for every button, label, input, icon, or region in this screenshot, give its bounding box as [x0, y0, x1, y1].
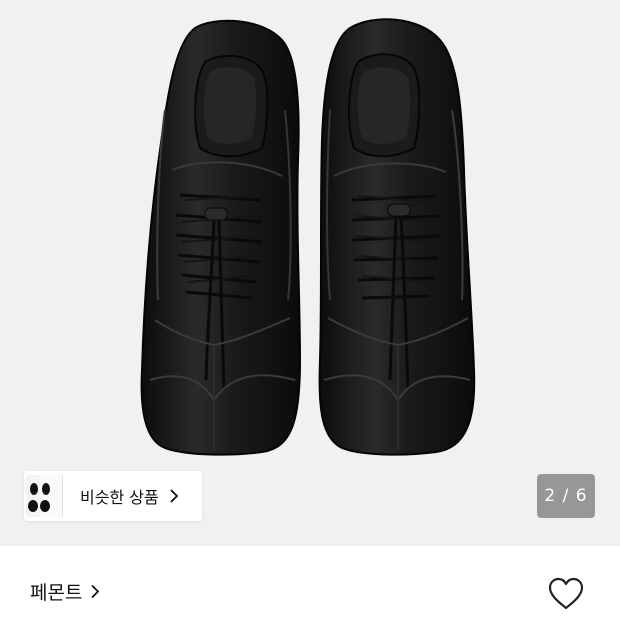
similar-products-label: 비슷한 상품 [80, 488, 159, 507]
similar-thumbnail [40, 475, 63, 517]
image-page-counter: 2 / 6 [537, 474, 595, 518]
product-image [140, 18, 476, 456]
right-shoe [318, 18, 476, 456]
like-button[interactable] [546, 577, 586, 615]
brand-name: 페몬트 [30, 582, 83, 604]
brand-link[interactable]: 페몬트 [30, 578, 100, 605]
similar-products-thumbnails [24, 471, 63, 521]
left-shoe [140, 19, 302, 456]
chevron-right-icon [90, 584, 100, 599]
chevron-right-icon [169, 489, 179, 503]
similar-products-button[interactable]: 비슷한 상품 [24, 471, 202, 521]
product-image-gallery[interactable]: 비슷한 상품 2 / 6 [0, 0, 620, 546]
heart-outline-icon [547, 577, 585, 615]
